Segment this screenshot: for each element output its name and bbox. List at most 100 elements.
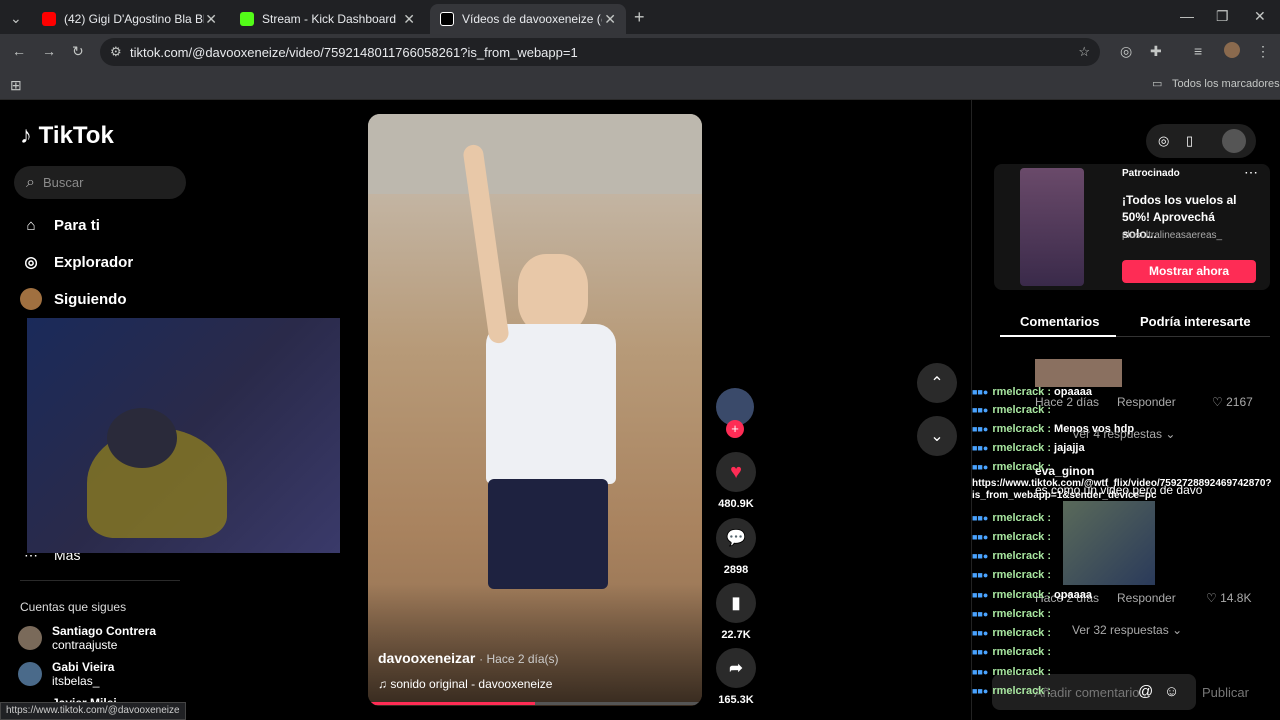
chat-text: Menos vos hdp [1054,423,1135,435]
comment-image [1035,359,1122,387]
chevron-up-icon: ⌃ [930,375,944,392]
menu-icon[interactable]: ⋮ [1256,43,1270,60]
next-video-button[interactable]: ⌄ [917,416,957,456]
post-button[interactable]: Publicar [1202,685,1249,700]
tab-comentarios[interactable]: Comentarios [1020,314,1099,329]
site-info-icon[interactable]: ⚙ [110,44,122,60]
close-window-icon[interactable]: ✕ [1254,8,1266,25]
nav-explorador[interactable]: ◎ Explorador [20,251,133,273]
view-replies-label: Ver 32 respuestas [1072,623,1169,637]
emoji-icon[interactable]: ☺ [1164,683,1179,700]
tab-podria-interesarte[interactable]: Podría interesarte [1140,314,1251,329]
comment-like-count: 2167 [1226,395,1253,409]
top-right-controls: ◎ ▯ [1146,124,1256,158]
reply-button[interactable]: Responder [1117,395,1176,409]
progress-track[interactable] [368,702,702,705]
extension-icon[interactable]: ◎ [1120,43,1132,60]
sidebar-divider [20,580,180,581]
minimize-icon[interactable]: — [1180,8,1194,24]
chat-badges-icon: ■■● [972,667,989,677]
chat-username: rmelcrack : [992,423,1052,435]
back-icon[interactable]: ← [12,43,26,59]
chat-message: ■■● rmelcrack : [972,646,1054,658]
mention-icon[interactable]: @ [1138,683,1153,700]
new-tab-button[interactable]: + [634,7,645,28]
chat-message: ■■● rmelcrack : [972,685,1054,697]
close-tab-icon[interactable]: ✕ [604,11,616,28]
share-button[interactable]: ➦ 165.3K [714,648,758,706]
comment-like[interactable]: ♡ 2167 [1212,395,1253,409]
search-icon: ⌕ [26,173,35,191]
all-bookmarks-link[interactable]: Todos los marcadores [1172,78,1280,90]
media-icon[interactable]: ≡ [1194,43,1202,59]
search-input[interactable]: ⌕ Buscar [14,166,186,199]
chat-username: rmelcrack : [992,442,1052,454]
person-head [518,254,588,334]
tab-tiktok[interactable]: Vídeos de davooxeneize (@ ✕ [430,4,626,34]
comment-like-count: 14.8K [1220,591,1252,605]
nav-siguiendo[interactable]: Siguiendo [20,288,127,310]
compass-icon[interactable]: ◎ [1158,133,1169,149]
browser-tab-bar: ⌄ (42) Gigi D'Agostino Bla Bla Bla ✕ Str… [0,0,1280,34]
tab-kick[interactable]: Stream - Kick Dashboard ✕ [230,4,425,34]
close-tab-icon[interactable]: ✕ [205,11,217,28]
url-input[interactable]: ⚙ tiktok.com/@davooxeneize/video/7592148… [100,38,1100,66]
follow-plus-icon[interactable]: + [726,420,744,438]
like-count: 480.9K [718,498,754,510]
status-url-tooltip: https://www.tiktok.com/@davooxeneize [0,702,186,720]
chat-message: ■■● rmelcrack : [972,627,1054,639]
chat-username: rmelcrack : [992,627,1052,639]
chat-badges-icon: ■■● [972,513,989,523]
following-item[interactable]: Santiago Contrera contraajuste [18,624,156,652]
chat-message: https://www.tiktok.com/@wtf_flix/video/7… [972,478,1278,502]
video-player[interactable]: davooxeneizar · Hace 2 día(s) ♫ sonido o… [368,114,702,706]
ad-sponsored-label: Patrocinado [1122,168,1180,179]
reload-icon[interactable]: ↻ [72,43,84,60]
puzzle-icon[interactable]: ✚ [1150,43,1162,60]
compass-icon: ◎ [24,254,38,271]
following-item[interactable]: Gabi Vieira itsbelas_ [18,660,114,688]
bookmark-star-icon[interactable]: ☆ [1078,44,1090,60]
comment-icon: 💬 [716,518,756,558]
following-name: Gabi Vieira [52,660,115,674]
chat-message: ■■● rmelcrack : [972,461,1054,473]
chat-badges-icon: ■■● [972,590,989,600]
chat-username: rmelcrack : [992,608,1052,620]
tab-search-icon[interactable]: ⌄ [10,10,22,27]
save-button[interactable]: ▮ 22.7K [714,583,758,641]
comment-like[interactable]: ♡ 14.8K [1206,591,1251,605]
prev-video-button[interactable]: ⌃ [917,363,957,403]
tab-label: Stream - Kick Dashboard [262,12,397,26]
video-author[interactable]: davooxeneizar [378,650,475,666]
chat-message: ■■● rmelcrack : [972,666,1054,678]
close-tab-icon[interactable]: ✕ [403,11,415,28]
maximize-icon[interactable]: ❐ [1216,8,1229,25]
tiktok-logo[interactable]: ♪ TikTok [20,122,114,150]
ad-card[interactable]: Patrocinado ⋯ ¡Todos los vuelos al 50%! … [994,164,1270,290]
streamer-head [107,408,177,468]
heart-outline-icon: ♡ [1206,591,1221,605]
nav-para-ti[interactable]: ⌂ Para ti [20,214,99,236]
like-button[interactable]: ♥ 480.9K [714,452,758,510]
chat-badges-icon: ■■● [972,551,989,561]
tiktok-page: ♪ TikTok ⌕ Buscar ⌂ Para ti ◎ Explorador S… [0,100,1280,720]
chat-message: ■■● rmelcrack : jajajja [972,442,1085,454]
profile-avatar[interactable] [1224,42,1240,58]
profile-avatar[interactable] [1222,129,1246,153]
comment-button[interactable]: 💬 2898 [714,518,758,576]
chat-badges-icon: ■■● [972,424,989,434]
view-replies[interactable]: Ver 32 respuestas ⌄ [1072,623,1182,637]
forward-icon[interactable]: → [42,43,56,59]
ad-cta-button[interactable]: Mostrar ahora [1122,260,1256,283]
chat-message: ■■● rmelcrack : opaaaa [972,386,1092,398]
reply-button[interactable]: Responder [1117,591,1176,605]
chat-message: ■■● rmelcrack : Menos vos hdp [972,423,1134,435]
more-dots-icon[interactable]: ⋯ [1244,164,1258,181]
tiktok-note-icon: ♪ [20,122,32,149]
apps-icon[interactable]: ⊞ [10,77,22,94]
tab-youtube[interactable]: (42) Gigi D'Agostino Bla Bla Bla ✕ [32,4,227,34]
progress-fill [368,702,535,705]
phone-icon[interactable]: ▯ [1186,133,1193,149]
video-sound[interactable]: ♫ sonido original - davooxeneize [378,677,552,691]
address-bar-row: ← → ↻ ⚙ tiktok.com/@davooxeneize/video/7… [0,34,1280,70]
